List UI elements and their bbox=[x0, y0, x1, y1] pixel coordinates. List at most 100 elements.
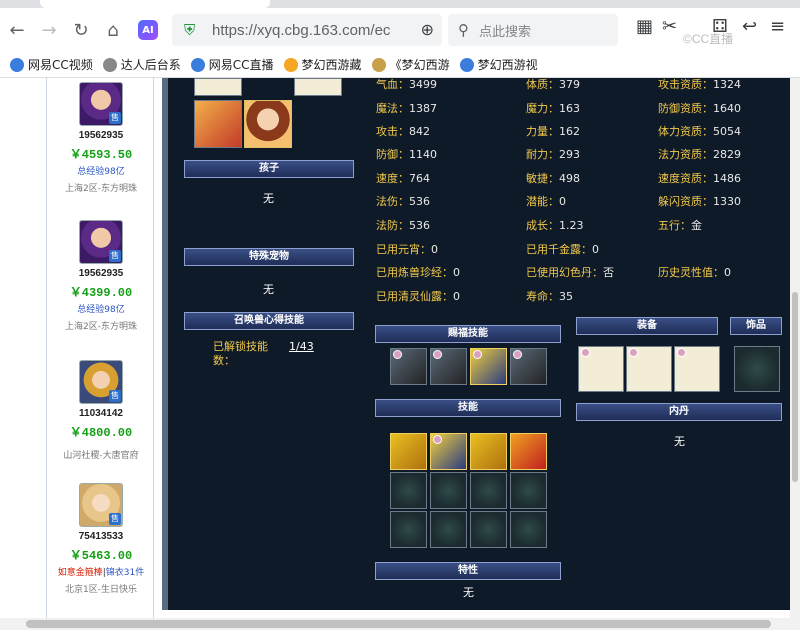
seller-list: 售 19562935 ￥4593.50 总经验98亿 上海2区-东方明珠 售 1… bbox=[46, 78, 154, 618]
bookmark-item[interactable]: 网易CC直播 bbox=[190, 56, 274, 73]
pet-portrait[interactable] bbox=[194, 78, 242, 96]
grid-icon[interactable]: ▦ bbox=[636, 16, 653, 37]
bookmark-item[interactable]: 达人后台系 bbox=[102, 56, 181, 73]
seller-sub[interactable]: 如意金箍棒|锦衣31件 bbox=[47, 565, 155, 578]
mark-icon bbox=[433, 435, 442, 444]
skill-slot[interactable] bbox=[510, 433, 547, 470]
skill-slot-empty bbox=[390, 511, 427, 548]
stat-magic: 魔力：163 bbox=[526, 102, 580, 115]
scissors-icon[interactable]: ✂ bbox=[662, 16, 677, 37]
forward-icon[interactable]: → bbox=[34, 15, 64, 45]
avatar[interactable]: 售 bbox=[79, 220, 123, 264]
list-item[interactable]: 售 75413533 ￥5463.00 如意金箍棒|锦衣31件 北京1区-生日快… bbox=[47, 483, 155, 595]
stat-element: 五行：金 bbox=[658, 219, 702, 232]
home-icon[interactable]: ⌂ bbox=[98, 15, 128, 45]
special-pet-value: 无 bbox=[263, 283, 274, 296]
sale-badge: 售 bbox=[109, 390, 121, 402]
unlocked-value[interactable]: 1/43 bbox=[289, 340, 314, 353]
browser-toolbar: ← → ↻ ⌂ AI ⛨ https://xyq.cbg.163.com/ec … bbox=[0, 8, 800, 52]
equipment-slot[interactable] bbox=[674, 346, 720, 392]
skill-slot[interactable] bbox=[390, 433, 427, 470]
stat-speed-apt: 速度资质：1486 bbox=[658, 172, 741, 185]
bonus-skill-slot[interactable] bbox=[390, 348, 427, 385]
stat-mp: 魔法：1387 bbox=[376, 102, 437, 115]
bookmark-item[interactable]: 梦幻西游视 bbox=[459, 56, 538, 73]
stat-magic-def: 法防：536 bbox=[376, 219, 430, 232]
stat-growth: 成长：1.23 bbox=[526, 219, 584, 232]
seller-server: 上海2区-东方明珠 bbox=[65, 322, 137, 332]
menu-icon[interactable]: ≡ bbox=[770, 16, 785, 37]
back-icon[interactable]: ← bbox=[2, 15, 32, 45]
pet-portrait[interactable] bbox=[244, 100, 292, 148]
skill-slot-empty bbox=[430, 511, 467, 548]
skill-slot[interactable] bbox=[470, 433, 507, 470]
search-icon: ⚲ bbox=[458, 21, 469, 39]
list-item[interactable]: 售 19562935 ￥4399.00 总经验98亿 上海2区-东方明珠 bbox=[47, 220, 155, 332]
zoom-icon[interactable]: ⊕ bbox=[421, 20, 434, 39]
stat-agility: 敏捷：498 bbox=[526, 172, 580, 185]
stat-potential: 潜能：0 bbox=[526, 195, 566, 208]
pet-portrait[interactable] bbox=[294, 78, 342, 96]
avatar[interactable]: 售 bbox=[79, 483, 123, 527]
equipment-slot[interactable] bbox=[578, 346, 624, 392]
skill-slot-empty bbox=[430, 472, 467, 509]
skill-slot-empty bbox=[470, 472, 507, 509]
stat-yuanxiao: 已用元宵：0 bbox=[376, 243, 438, 256]
stat-speed: 速度：764 bbox=[376, 172, 430, 185]
stat-dodge-apt: 躲闪资质：1330 bbox=[658, 195, 741, 208]
pet-portrait[interactable] bbox=[194, 100, 242, 148]
skills-header: 技能 bbox=[375, 399, 561, 417]
list-item[interactable]: 售 19562935 ￥4593.50 总经验98亿 上海2区-东方明珠 bbox=[47, 82, 155, 194]
url-text[interactable]: https://xyq.cbg.163.com/ec bbox=[212, 22, 402, 39]
globe-icon bbox=[102, 57, 117, 72]
children-header: 孩子 bbox=[184, 160, 354, 178]
undo-icon[interactable]: ↩ bbox=[742, 16, 757, 37]
seller-id: 19562935 bbox=[78, 268, 124, 279]
bookmark-item[interactable]: 《梦幻西游 bbox=[371, 56, 450, 73]
cc-icon bbox=[10, 57, 24, 72]
avatar[interactable]: 售 bbox=[79, 360, 123, 404]
cc-icon bbox=[190, 57, 205, 72]
skill-slot[interactable] bbox=[430, 433, 467, 470]
stat-attack: 攻击：842 bbox=[376, 125, 430, 138]
skill-slot-empty bbox=[510, 511, 547, 548]
bookmark-item[interactable]: 梦幻西游藏 bbox=[283, 56, 362, 73]
seller-id: 19562935 bbox=[78, 130, 124, 141]
pet-detail-panel: 孩子 无 特殊宠物 无 召唤兽心得技能 已解锁技能数： 1/43 气血：3499… bbox=[168, 78, 790, 610]
stat-endurance: 耐力：293 bbox=[526, 148, 580, 161]
bonus-skill-slot[interactable] bbox=[510, 348, 547, 385]
stat-lifespan: 寿命：35 bbox=[526, 290, 573, 303]
mark-icon bbox=[433, 350, 442, 359]
horizontal-scroll-thumb[interactable] bbox=[26, 620, 771, 628]
search-placeholder: 点此搜索 bbox=[479, 24, 532, 40]
seller-price: ￥5463.00 bbox=[69, 549, 133, 563]
active-tab[interactable] bbox=[40, 0, 270, 8]
seller-server: 山河社稷-大唐官府 bbox=[63, 451, 139, 461]
accessory-slot[interactable] bbox=[734, 346, 780, 392]
stat-qingling: 已用清灵仙露：0 bbox=[376, 290, 460, 303]
seller-server: 北京1区-生日快乐 bbox=[65, 585, 137, 595]
list-item[interactable]: 售 11034142 ￥4800.00 山河社稷-大唐官府 bbox=[47, 360, 155, 461]
stat-constitution: 体质：379 bbox=[526, 78, 580, 91]
mark-icon bbox=[581, 348, 590, 357]
sale-badge: 售 bbox=[109, 112, 121, 124]
sale-badge: 售 bbox=[109, 513, 121, 525]
mark-icon bbox=[677, 348, 686, 357]
game-icon bbox=[371, 57, 386, 72]
vertical-scroll-thumb[interactable] bbox=[792, 292, 798, 482]
seller-sub[interactable]: 总经验98亿 bbox=[47, 302, 155, 315]
address-bar[interactable]: ⛨ https://xyq.cbg.163.com/ec ⊕ bbox=[172, 14, 442, 46]
skill-slot-empty bbox=[390, 472, 427, 509]
avatar[interactable]: 售 bbox=[79, 82, 123, 126]
ai-icon[interactable]: AI bbox=[138, 20, 158, 40]
stat-huanse: 已使用幻色丹：否 bbox=[526, 266, 614, 279]
equipment-slot[interactable] bbox=[626, 346, 672, 392]
stat-defense: 防御：1140 bbox=[376, 148, 437, 161]
bonus-skill-slot[interactable] bbox=[470, 348, 507, 385]
reload-icon[interactable]: ↻ bbox=[66, 15, 96, 45]
search-input[interactable]: ⚲ 点此搜索 bbox=[448, 14, 618, 46]
bookmark-item[interactable]: 网易CC视频 bbox=[10, 56, 93, 73]
stat-lianshou: 已用炼兽珍经：0 bbox=[376, 266, 460, 279]
seller-sub[interactable]: 总经验98亿 bbox=[47, 164, 155, 177]
bonus-skill-slot[interactable] bbox=[430, 348, 467, 385]
